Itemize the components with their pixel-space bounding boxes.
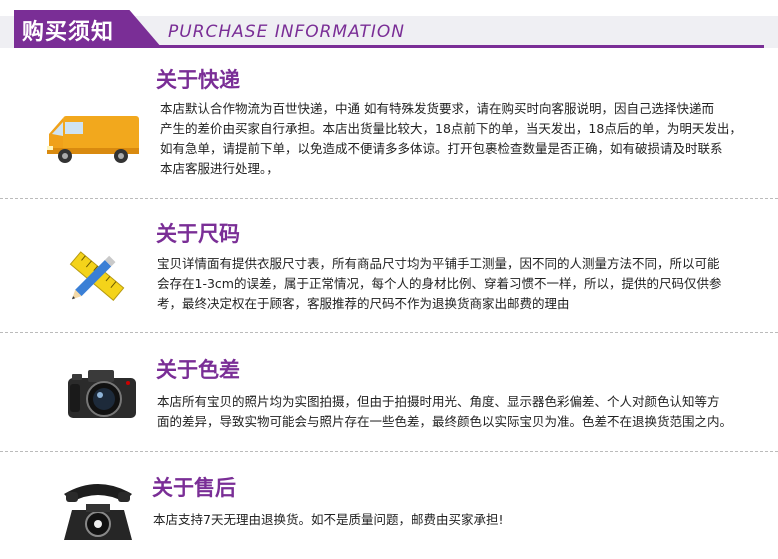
page-title: 购买须知 xyxy=(22,20,115,45)
text-line: 本店默认合作物流为百世快递，中通 如有特殊发货要求，请在购买时向客服说明，因自己… xyxy=(160,101,714,116)
text-line: 产生的差价由买家自行承担。本店出货量比较大，18点前下的单，当天发出，18点后的… xyxy=(160,121,742,136)
page-subtitle: PURCHASE INFORMATION xyxy=(168,22,405,42)
text-line: 会存在1-3cm的误差，属于正常情况，每个人的身材比例、穿着习惯不一样，所以，提… xyxy=(157,276,722,291)
van-icon xyxy=(47,116,139,163)
text-line: 本店支持7天无理由退换货。如不是质量问题，邮费由买家承担! xyxy=(153,512,504,527)
text-line: 面的差异，导致实物可能会与照片存在一些色差，最终颜色以实际宝贝为准。色差不在退换… xyxy=(157,414,733,429)
section-text: 本店默认合作物流为百世快递，中通 如有特殊发货要求，请在购买时向客服说明，因自己… xyxy=(160,99,760,179)
text-line: 本店客服进行处理。， xyxy=(160,161,279,176)
text-line: 如有急单，请提前下单，以免造成不便请多多体谅。打开包裹检查数量是否正确，如有破损… xyxy=(160,141,723,156)
header: 购买须知 PURCHASE INFORMATION xyxy=(0,0,778,58)
text-line: 本店所有宝贝的照片均为实图拍摄，但由于拍摄时用光、角度、显示器色彩偏差、个人对颜… xyxy=(157,394,720,409)
text-line: 考，最终决定权在于顾客，客服推荐的尺码不作为退换货商家出邮费的理由 xyxy=(157,296,570,311)
section-title: 关于色差 xyxy=(156,358,240,382)
divider xyxy=(0,451,778,452)
section-title: 关于尺码 xyxy=(156,222,240,246)
section-title: 关于快递 xyxy=(156,68,240,92)
text-line: 宝贝详情面有提供衣服尺寸表，所有商品尺寸均为平铺手工测量，因不同的人测量方法不同… xyxy=(157,256,720,271)
header-underline xyxy=(14,45,764,48)
section-title: 关于售后 xyxy=(152,476,236,500)
section-text: 本店支持7天无理由退换货。如不是质量问题，邮费由买家承担! xyxy=(153,510,763,530)
camera-icon xyxy=(68,370,136,418)
telephone-icon xyxy=(64,484,132,540)
ruler-pencil-icon xyxy=(69,251,125,301)
divider xyxy=(0,332,778,333)
section-text: 本店所有宝贝的照片均为实图拍摄，但由于拍摄时用光、角度、显示器色彩偏差、个人对颜… xyxy=(157,392,767,432)
section-text: 宝贝详情面有提供衣服尺寸表，所有商品尺寸均为平铺手工测量，因不同的人测量方法不同… xyxy=(157,254,767,314)
divider xyxy=(0,198,778,199)
